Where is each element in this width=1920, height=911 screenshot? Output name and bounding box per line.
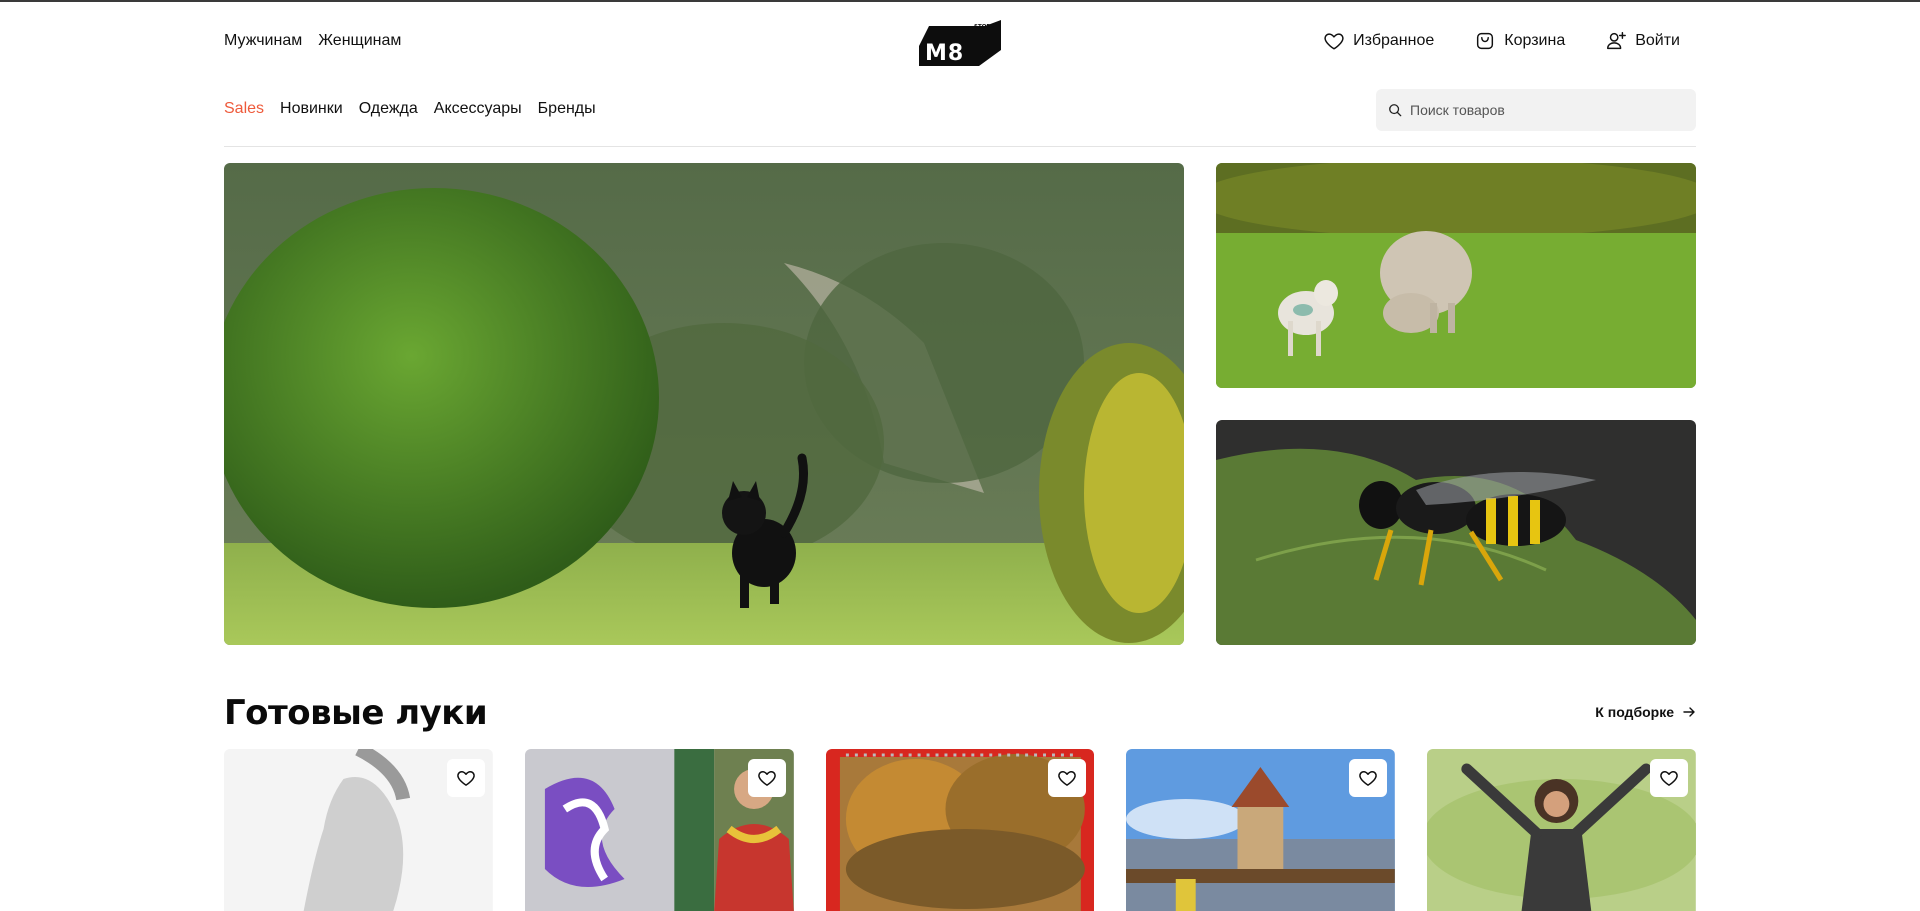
category-new[interactable]: Новинки <box>280 100 343 118</box>
heart-icon <box>1660 771 1678 786</box>
favorite-button[interactable] <box>1649 759 1688 797</box>
bag-icon <box>1477 32 1494 50</box>
banner-main-image <box>224 163 1184 645</box>
nav-women[interactable]: Женщинам <box>318 32 401 50</box>
user-nav: Избранное Корзина Войти <box>1323 30 1680 52</box>
header: Мужчинам Женщинам M8 STORE Избранное Кор… <box>224 20 1696 66</box>
search-box[interactable] <box>1376 89 1696 131</box>
looks-list <box>224 749 1696 911</box>
logo-subtext: STORE <box>974 24 995 30</box>
see-all-label: К подборке <box>1595 704 1674 720</box>
cart-link[interactable]: Корзина <box>1474 30 1565 52</box>
login-link[interactable]: Войти <box>1605 30 1680 52</box>
favorite-button[interactable] <box>1349 759 1388 797</box>
heart-icon <box>457 771 475 786</box>
top-border <box>0 0 1920 2</box>
look-card[interactable] <box>224 749 493 911</box>
search-input[interactable] <box>1410 102 1670 118</box>
banner-sheep-image <box>1216 163 1696 388</box>
favorite-button[interactable] <box>446 759 485 797</box>
arrow-right-icon <box>1683 707 1695 717</box>
favorite-button[interactable] <box>747 759 786 797</box>
favorite-button[interactable] <box>1048 759 1087 797</box>
banner-sheep[interactable] <box>1216 163 1696 388</box>
gender-nav: Мужчинам Женщинам <box>224 32 401 50</box>
favorites-link[interactable]: Избранное <box>1323 30 1434 52</box>
category-accessories[interactable]: Аксессуары <box>434 100 522 118</box>
look-card[interactable] <box>825 749 1095 911</box>
category-clothing[interactable]: Одежда <box>359 100 418 118</box>
logo-text: M8 <box>925 41 964 66</box>
banner-main[interactable] <box>224 163 1184 645</box>
banner-wasp[interactable] <box>1216 420 1696 645</box>
look-card[interactable] <box>1126 749 1396 911</box>
look-card[interactable] <box>1427 749 1696 911</box>
header-divider <box>224 146 1696 147</box>
heart-icon <box>1058 771 1077 786</box>
search-icon <box>1389 104 1402 117</box>
heart-icon <box>1324 33 1344 50</box>
store-logo[interactable]: M8 STORE <box>919 20 1001 66</box>
heart-icon <box>1359 771 1377 786</box>
favorites-label: Избранное <box>1353 32 1435 49</box>
banner-wasp-image <box>1216 420 1696 645</box>
see-all-link[interactable]: К подборке <box>1595 704 1696 720</box>
category-brands[interactable]: Бренды <box>538 100 596 118</box>
category-nav: Sales Новинки Одежда Аксессуары Бренды <box>224 100 596 118</box>
heart-icon <box>757 771 776 786</box>
section-title-looks: Готовые луки <box>224 693 488 733</box>
category-sales[interactable]: Sales <box>224 100 264 118</box>
nav-men[interactable]: Мужчинам <box>224 32 302 50</box>
user-plus-icon <box>1607 32 1627 50</box>
cart-label: Корзина <box>1504 32 1566 49</box>
login-label: Войти <box>1635 32 1680 49</box>
look-card[interactable] <box>524 749 794 911</box>
